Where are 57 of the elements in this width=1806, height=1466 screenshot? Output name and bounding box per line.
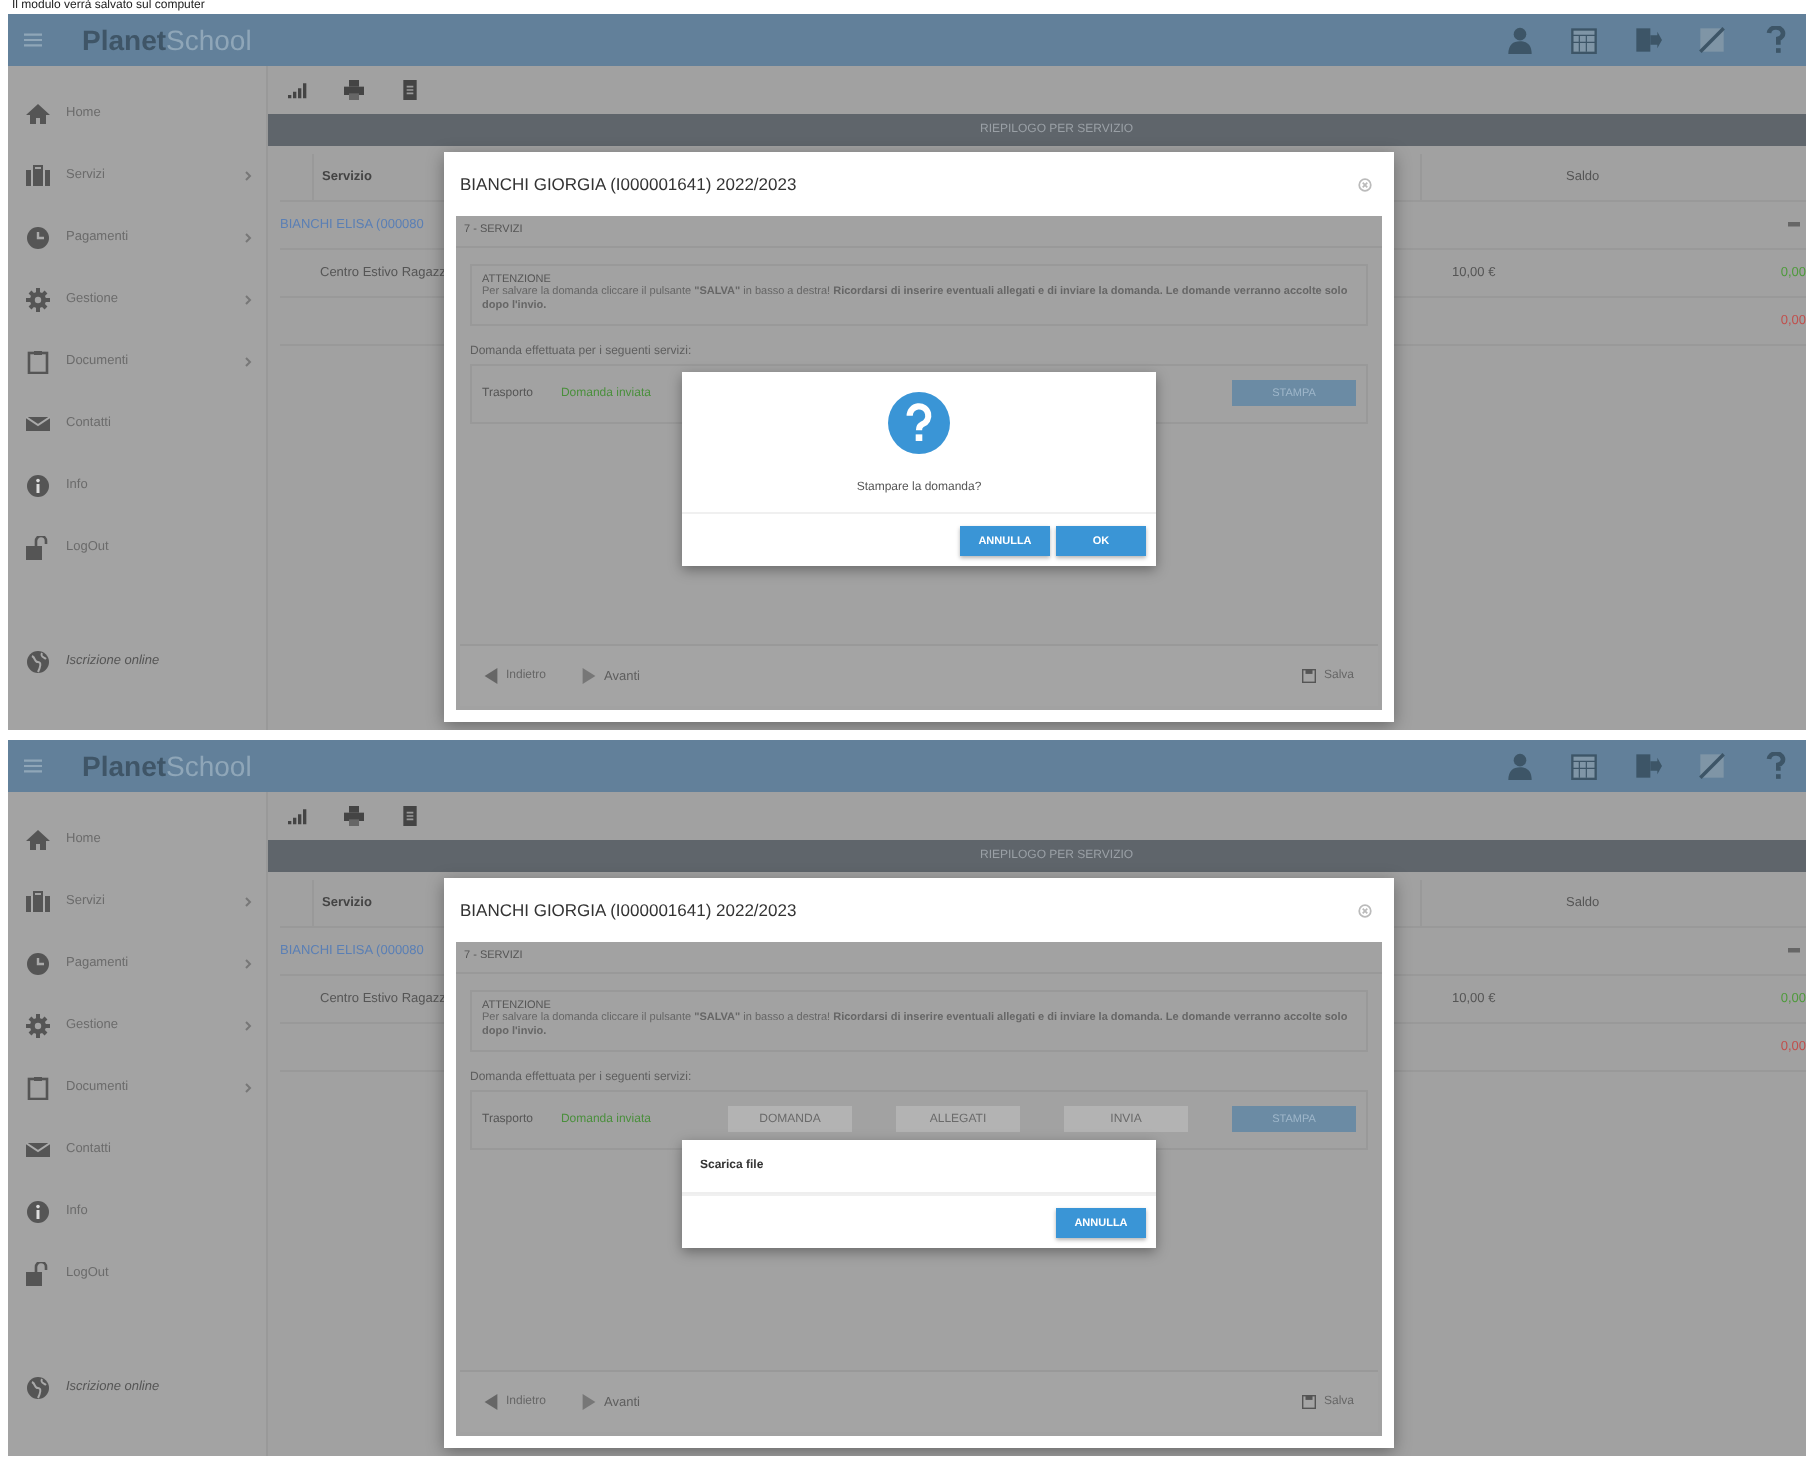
- user-icon[interactable]: [1506, 26, 1534, 54]
- gear-icon: [26, 1013, 50, 1037]
- menu-icon[interactable]: [24, 32, 42, 48]
- collapse-icon[interactable]: [1788, 222, 1800, 228]
- lock-icon: [26, 1261, 50, 1285]
- modal-title: BIANCHI GIORGIA (I000001641) 2022/2023: [460, 900, 797, 920]
- briefcase-icon: [26, 889, 50, 913]
- document-icon[interactable]: [400, 806, 420, 826]
- chevron-icon: [244, 355, 252, 367]
- user-icon[interactable]: [1506, 752, 1534, 780]
- collapse-icon[interactable]: [1788, 948, 1800, 954]
- print-icon[interactable]: [344, 80, 364, 100]
- chevron-icon: [244, 957, 252, 969]
- globe-icon: [26, 649, 50, 673]
- forward-arrow-icon: [582, 1394, 597, 1410]
- print-icon[interactable]: [344, 806, 364, 826]
- clock-icon: [26, 951, 50, 975]
- home-icon: [26, 827, 50, 851]
- chevron-icon: [244, 293, 252, 305]
- chevron-icon: [244, 1019, 252, 1031]
- chevron-icon: [244, 1081, 252, 1093]
- close-icon[interactable]: [1358, 903, 1372, 917]
- chevron-icon: [244, 231, 252, 243]
- modal-title: BIANCHI GIORGIA (I000001641) 2022/2023: [460, 174, 797, 194]
- calendar-icon[interactable]: [1570, 26, 1598, 54]
- close-icon[interactable]: [1358, 177, 1372, 191]
- menu-icon[interactable]: [24, 758, 42, 774]
- help-icon[interactable]: [1762, 752, 1790, 780]
- mail-icon: [26, 1137, 50, 1161]
- exit-icon[interactable]: [1634, 26, 1662, 54]
- back-arrow-icon: [484, 668, 498, 684]
- save-icon: [1301, 1394, 1316, 1410]
- document-icon[interactable]: [400, 80, 420, 100]
- back-arrow-icon: [484, 1394, 498, 1410]
- briefcase-icon: [26, 163, 50, 187]
- mail-icon: [26, 411, 50, 435]
- forward-arrow-icon: [582, 668, 597, 684]
- chevron-icon: [244, 895, 252, 907]
- save-icon: [1301, 668, 1316, 684]
- info-icon: [26, 473, 50, 497]
- lock-icon: [26, 535, 50, 559]
- home-icon: [26, 101, 50, 125]
- exit-icon[interactable]: [1634, 752, 1662, 780]
- resize-icon[interactable]: [1698, 752, 1726, 780]
- info-icon: [26, 1199, 50, 1223]
- chart-icon[interactable]: [288, 806, 308, 826]
- question-icon: [888, 392, 950, 454]
- gear-icon: [26, 287, 50, 311]
- clipboard-icon: [26, 349, 50, 373]
- resize-icon[interactable]: [1698, 26, 1726, 54]
- chart-icon[interactable]: [288, 80, 308, 100]
- globe-icon: [26, 1375, 50, 1399]
- chevron-icon: [244, 169, 252, 181]
- clock-icon: [26, 225, 50, 249]
- help-icon[interactable]: [1762, 26, 1790, 54]
- calendar-icon[interactable]: [1570, 752, 1598, 780]
- clipboard-icon: [26, 1075, 50, 1099]
